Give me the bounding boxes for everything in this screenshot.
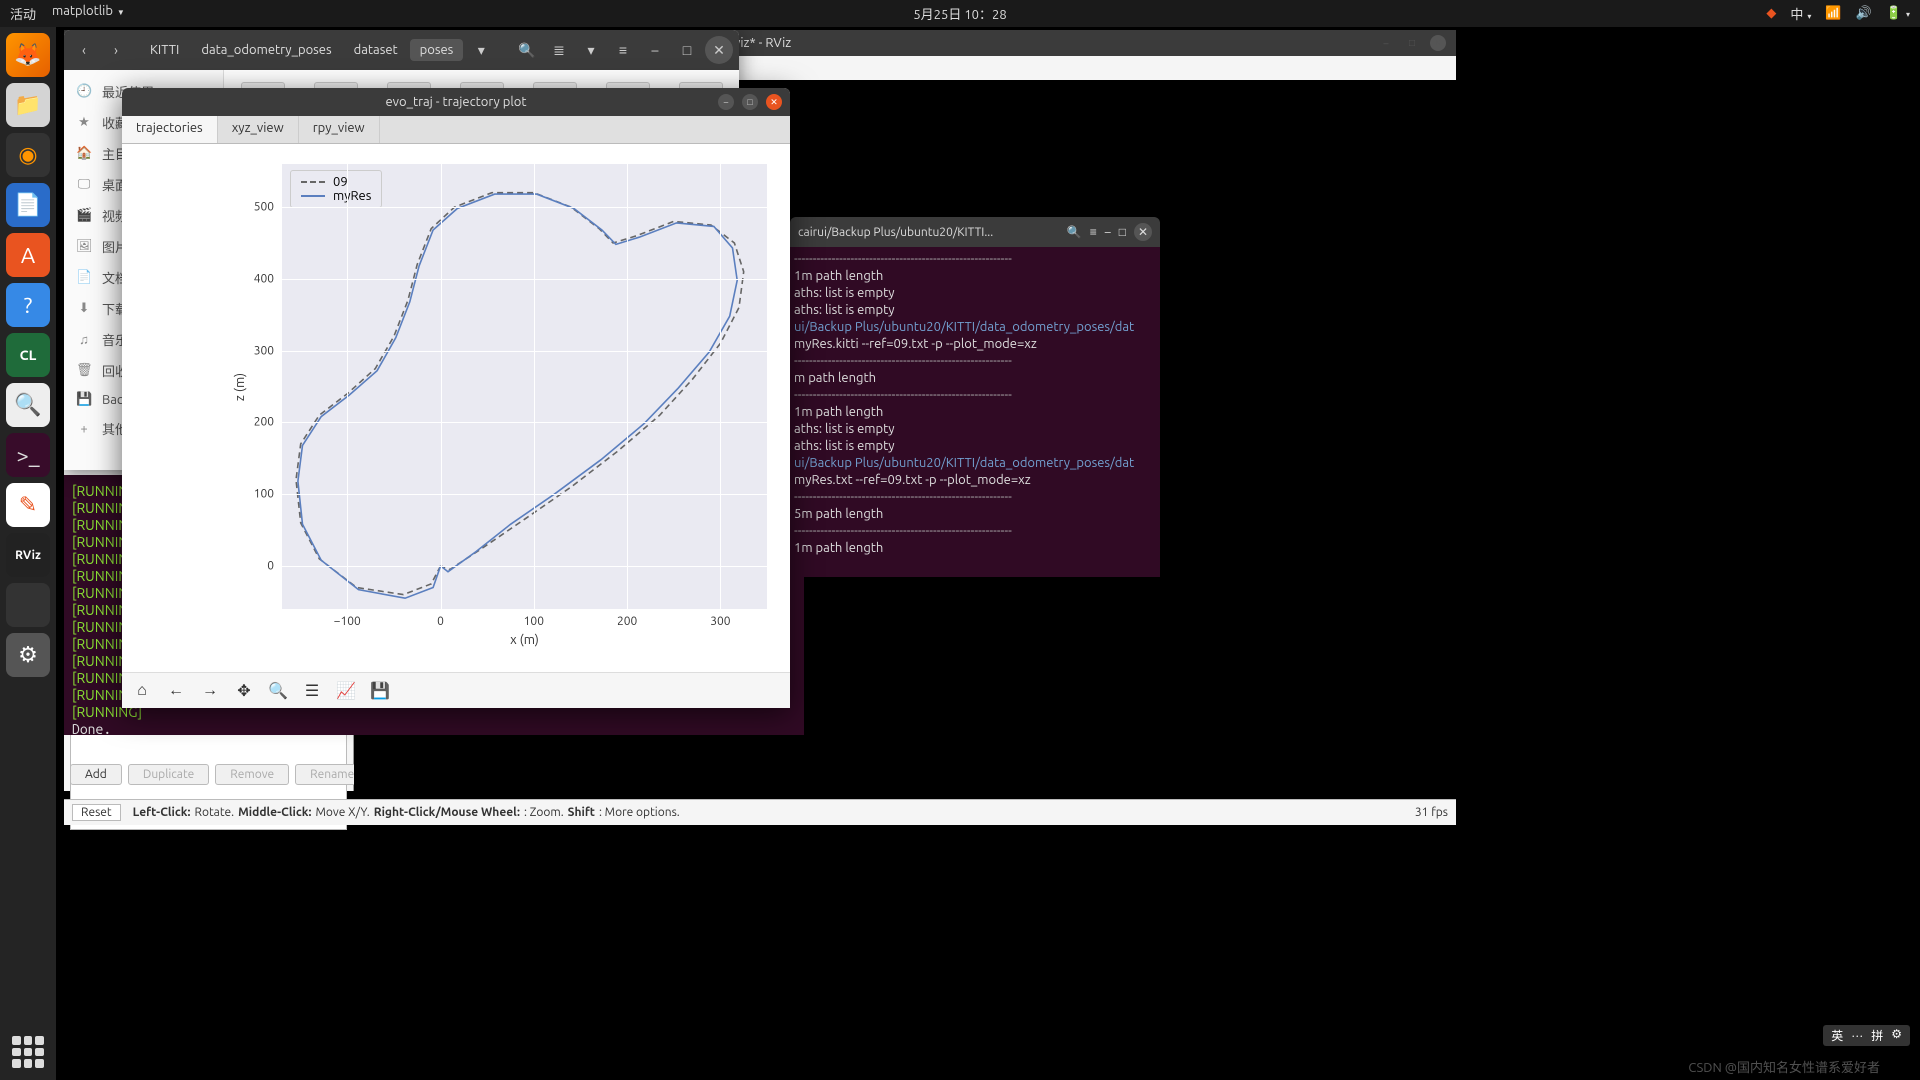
mpl-titlebar[interactable]: evo_traj - trajectory plot – □ ✕	[122, 88, 790, 116]
minimize-icon[interactable]: –	[1105, 226, 1111, 239]
breadcrumb-item[interactable]: data_odometry_poses	[191, 39, 341, 61]
edit-icon[interactable]: 📈	[336, 681, 356, 701]
gear-icon[interactable]: ⚙	[1891, 1027, 1902, 1044]
dock-help-icon[interactable]: ?	[6, 283, 50, 327]
clock[interactable]: 5月25日 10：28	[913, 4, 1006, 23]
dock-settings-icon[interactable]: ⚙	[6, 633, 50, 677]
dock-apps-button[interactable]	[6, 1030, 50, 1074]
maximize-icon[interactable]: □	[673, 36, 701, 64]
duplicate-button: Duplicate	[128, 764, 209, 785]
volume-icon[interactable]: 🔊	[1856, 6, 1872, 21]
dock-rhythmbox-icon[interactable]: ◉	[6, 133, 50, 177]
breadcrumb-item[interactable]: dataset	[344, 39, 408, 61]
maximize-icon[interactable]: □	[1119, 225, 1126, 239]
home-icon[interactable]: ⌂	[132, 681, 152, 701]
hamburger-icon[interactable]: ≡	[609, 36, 637, 64]
view-dropdown-icon[interactable]: ▾	[577, 36, 605, 64]
forward-button[interactable]: ›	[102, 36, 130, 64]
view-list-icon[interactable]: ≣	[545, 36, 573, 64]
close-icon[interactable]: ✕	[1430, 35, 1446, 51]
app-menu[interactable]: matplotlib▼	[52, 4, 125, 23]
terminal-right: cairui/Backup Plus/ubuntu20/KITTI... 🔍 ≡…	[790, 217, 1160, 577]
dock-rviz-icon[interactable]: RViz	[6, 533, 50, 577]
rviz-statusbar: Reset Left-Click: Rotate. Middle-Click: …	[64, 799, 1456, 825]
trajectory-plot: 09 myRes z (m) x (m) −100010020030001002…	[282, 164, 767, 609]
dock-running-icon[interactable]	[6, 583, 50, 627]
fps-label: 31 fps	[1415, 806, 1448, 819]
dock-gedit-icon[interactable]: ✎	[6, 483, 50, 527]
y-axis-label: z (m)	[233, 372, 247, 400]
hamburger-icon[interactable]: ≡	[1090, 225, 1097, 239]
close-icon[interactable]: ✕	[705, 36, 733, 64]
close-icon[interactable]: ✕	[766, 94, 782, 110]
terminal-title-text: cairui/Backup Plus/ubuntu20/KITTI...	[798, 226, 993, 239]
tab-trajectories[interactable]: trajectories	[122, 116, 218, 143]
reset-button[interactable]: Reset	[72, 804, 121, 821]
dock-software-icon[interactable]: A	[6, 233, 50, 277]
dock-firefox-icon[interactable]: 🦊	[6, 33, 50, 77]
add-button[interactable]: Add	[70, 764, 122, 785]
dock-terminal-icon[interactable]: >_	[6, 433, 50, 477]
tab-rpy_view[interactable]: rpy_view	[299, 116, 380, 143]
maximize-icon[interactable]: □	[1404, 35, 1420, 51]
back-button[interactable]: ‹	[70, 36, 98, 64]
x-axis-label: x (m)	[510, 633, 539, 647]
breadcrumb-item[interactable]: KITTI	[140, 39, 189, 61]
dock-clion-icon[interactable]: CL	[6, 333, 50, 377]
minimize-icon[interactable]: –	[641, 36, 669, 64]
dock-magnifier-icon[interactable]: 🔍	[6, 383, 50, 427]
search-icon[interactable]: 🔍	[513, 36, 541, 64]
trajectory-lines	[282, 164, 767, 609]
save-icon[interactable]: 💾	[370, 681, 390, 701]
zoom-icon[interactable]: 🔍	[268, 681, 288, 701]
close-icon[interactable]: ✕	[1134, 223, 1152, 241]
ime-indicator[interactable]: 中▾	[1790, 4, 1811, 23]
terminal-output[interactable]: ----------------------------------------…	[790, 247, 1160, 577]
mpl-title-text: evo_traj - trajectory plot	[385, 95, 526, 109]
activities-button[interactable]: 活动	[10, 4, 36, 23]
dock-writer-icon[interactable]: 📄	[6, 183, 50, 227]
minimize-icon[interactable]: –	[718, 94, 734, 110]
dock: 🦊 📁 ◉ 📄 A ? CL 🔍 >_ ✎ RViz ⚙	[0, 27, 56, 1080]
configure-icon[interactable]: ☰	[302, 681, 322, 701]
maximize-icon[interactable]: □	[742, 94, 758, 110]
forward-icon[interactable]: →	[200, 681, 220, 701]
pan-icon[interactable]: ✥	[234, 681, 254, 701]
minimize-icon[interactable]: –	[1378, 35, 1394, 51]
search-icon[interactable]: 🔍	[1067, 225, 1082, 239]
breadcrumb: KITTIdata_odometry_posesdatasetposes	[140, 39, 463, 61]
ime-floating[interactable]: 英 … 拼 ⚙	[1823, 1025, 1910, 1046]
terminal-titlebar[interactable]: cairui/Backup Plus/ubuntu20/KITTI... 🔍 ≡…	[790, 217, 1160, 247]
chevron-down-icon[interactable]: ▾	[467, 36, 495, 64]
tray-icon[interactable]: ◆	[1766, 6, 1776, 21]
mpl-tabs: trajectoriesxyz_viewrpy_view	[122, 116, 790, 144]
nautilus-header[interactable]: ‹ › KITTIdata_odometry_posesdatasetposes…	[64, 30, 739, 70]
top-panel: 活动 matplotlib▼ 5月25日 10：28 ◆ 中▾ 📶 🔊 🔋▾	[0, 0, 1920, 27]
dock-files-icon[interactable]: 📁	[6, 83, 50, 127]
watermark: CSDN @国内知名女性谱系爱好者	[1688, 1057, 1880, 1076]
mpl-toolbar: ⌂ ← → ✥ 🔍 ☰ 📈 💾	[122, 672, 790, 708]
battery-icon[interactable]: 🔋▾	[1886, 6, 1910, 21]
back-icon[interactable]: ←	[166, 681, 186, 701]
network-icon[interactable]: 📶	[1825, 6, 1841, 21]
mpl-canvas[interactable]: 09 myRes z (m) x (m) −100010020030001002…	[122, 144, 790, 672]
matplotlib-window: evo_traj - trajectory plot – □ ✕ traject…	[122, 88, 790, 708]
breadcrumb-item[interactable]: poses	[410, 39, 464, 61]
remove-button: Remove	[215, 764, 289, 785]
tab-xyz_view[interactable]: xyz_view	[218, 116, 299, 143]
